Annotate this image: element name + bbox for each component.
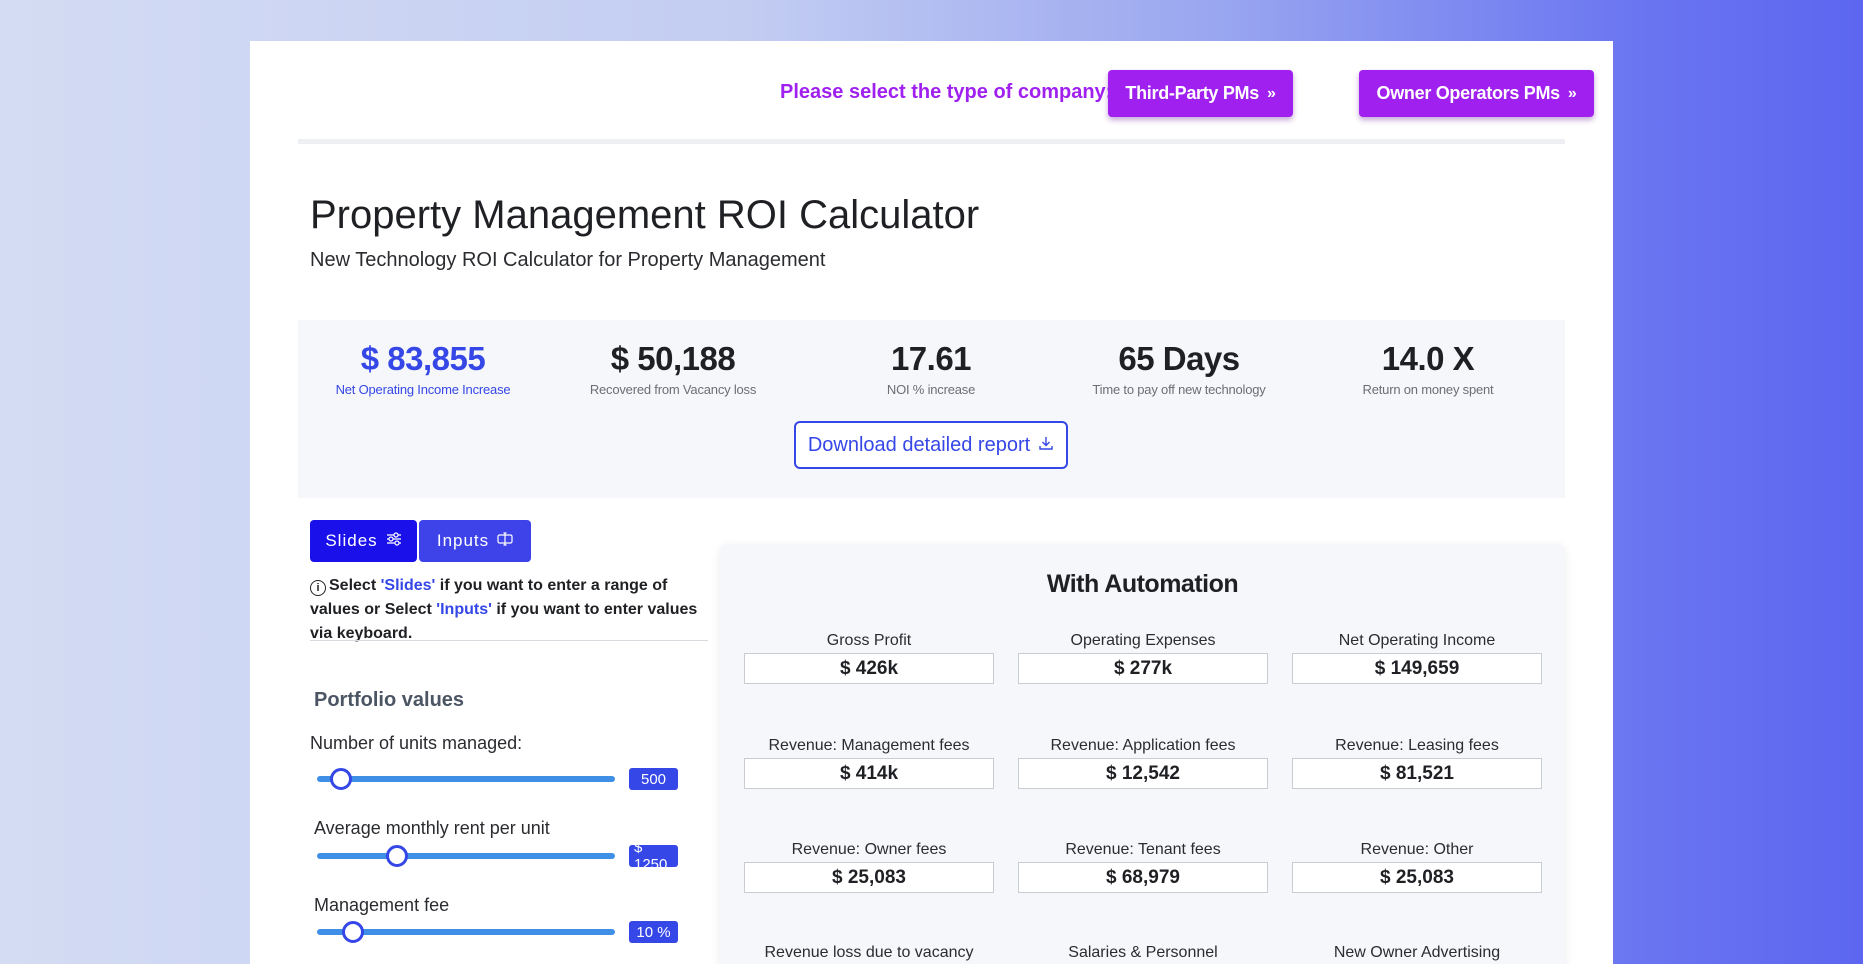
portfolio-heading: Portfolio values [314,689,465,711]
roi-summary-panel: $ 83,855 Net Operating Income Increase $… [298,320,1565,498]
metric-owner-advertising: New Owner Advertising [1292,944,1542,964]
metric-label: Revenue: Leasing fees [1335,737,1499,754]
top-divider [298,139,1565,144]
metric-operating-expenses: Operating Expenses $ 277k [1018,632,1268,684]
metric-owner-fees: Revenue: Owner fees $ 25,083 [744,841,994,893]
metric-value: $ 81,521 [1292,758,1542,789]
hint-text: Select [329,577,381,594]
metric-value: $ 68,979 [1018,862,1268,893]
metric-value: $ 12,542 [1018,758,1268,789]
metric-label: Gross Profit [826,632,912,649]
tab-slides-label: Slides [325,531,378,550]
metric-label: Revenue: Other [1360,841,1474,858]
hint-divider [310,640,708,641]
sliders-icon [386,531,402,551]
metric-value: $ 25,083 [1292,862,1542,893]
metric-label: Operating Expenses [1070,632,1216,649]
management-fee-label: Management fee [314,895,450,915]
metric-value: $ 277k [1018,653,1268,684]
stat-value: 65 Days [1118,340,1240,377]
calculator-card: Please select the type of company: Third… [250,41,1613,964]
stat-label: Time to pay off new technology [1092,382,1266,397]
management-fee-slider[interactable] [317,921,615,943]
stat-label: Recovered from Vacancy loss [589,382,757,397]
automation-title: With Automation [1046,570,1239,598]
stat-noi-increase: $ 83,855 Net Operating Income Increase [298,340,548,397]
hint-inputs-highlight: 'Inputs' [436,601,492,618]
units-managed-slider[interactable] [317,768,615,790]
stat-label: Return on money spent [1362,382,1494,397]
input-field-icon [497,531,513,551]
metric-label: Salaries & Personnel [1068,944,1218,961]
third-party-pms-button[interactable]: Third-Party PMs » [1108,70,1293,117]
metric-other-revenue: Revenue: Other $ 25,083 [1292,841,1542,893]
metric-label: Revenue: Tenant fees [1065,841,1221,858]
stat-value: $ 83,855 [360,340,486,377]
metric-application-fees: Revenue: Application fees $ 12,542 [1018,737,1268,789]
info-icon: i [310,580,326,596]
stat-payoff-time: 65 Days Time to pay off new technology [1054,340,1304,397]
metric-label: Revenue loss due to vacancy [764,944,974,961]
tab-inputs-label: Inputs [436,531,490,550]
metric-gross-profit: Gross Profit $ 426k [744,632,994,684]
automation-panel: With Automation Gross Profit $ 426k Oper… [720,544,1565,964]
metric-vacancy-loss: Revenue loss due to vacancy [744,944,994,964]
page-title: Property Management ROI Calculator [310,193,980,237]
metric-label: Net Operating Income [1338,632,1496,649]
metric-label: New Owner Advertising [1333,944,1501,961]
stat-value: $ 50,188 [610,340,736,377]
stat-value: 14.0 X [1381,340,1475,377]
mode-hint: i Select 'Slides' if you want to enter a … [310,574,710,646]
stat-value: 17.61 [890,340,972,377]
owner-operators-pms-label: Owner Operators PMs [1376,83,1561,103]
management-fee-value: 10 % [629,921,678,943]
stat-label: Net Operating Income Increase [335,382,511,397]
download-report-button[interactable]: Download detailed report [794,421,1068,469]
slider-thumb[interactable] [329,768,352,790]
metric-tenant-fees: Revenue: Tenant fees $ 68,979 [1018,841,1268,893]
metric-value: $ 149,659 [1292,653,1542,684]
company-type-label: Please select the type of company: [780,81,1113,103]
stat-return-multiple: 14.0 X Return on money spent [1303,340,1553,397]
metric-net-operating-income: Net Operating Income $ 149,659 [1292,632,1542,684]
metric-label: Revenue: Owner fees [791,841,947,858]
tab-inputs[interactable]: Inputs [419,520,531,562]
company-type-bar: Please select the type of company: Third… [298,41,1594,144]
monthly-rent-slider[interactable] [317,845,615,867]
download-icon [1038,434,1054,457]
units-managed-value: 500 [629,768,678,790]
metric-leasing-fees: Revenue: Leasing fees $ 81,521 [1292,737,1542,789]
slider-thumb[interactable] [386,845,409,867]
metric-management-fees: Revenue: Management fees $ 414k [744,737,994,789]
download-report-label: Download detailed report [807,433,1031,456]
stat-label: NOI % increase [886,382,976,397]
double-chevron-right-icon: » [1266,84,1276,102]
metric-value: $ 426k [744,653,994,684]
stat-noi-percent: 17.61 NOI % increase [806,340,1056,397]
metric-value: $ 25,083 [744,862,994,893]
metric-label: Revenue: Management fees [768,737,970,754]
metric-label: Revenue: Application fees [1050,737,1236,754]
units-managed-label: Number of units managed: [310,733,523,753]
owner-operators-pms-button[interactable]: Owner Operators PMs » [1359,70,1594,117]
slider-thumb[interactable] [341,921,364,943]
metric-value: $ 414k [744,758,994,789]
monthly-rent-label: Average monthly rent per unit [314,818,550,838]
monthly-rent-value: $ 1250 [629,839,678,873]
double-chevron-right-icon: » [1567,84,1577,102]
third-party-pms-label: Third-Party PMs [1125,83,1259,103]
stat-vacancy-recovered: $ 50,188 Recovered from Vacancy loss [548,340,798,397]
page-subtitle: New Technology ROI Calculator for Proper… [310,249,826,271]
tab-slides[interactable]: Slides [310,520,417,562]
hint-slides-highlight: 'Slides' [380,577,436,594]
metric-salaries-personnel: Salaries & Personnel [1018,944,1268,964]
